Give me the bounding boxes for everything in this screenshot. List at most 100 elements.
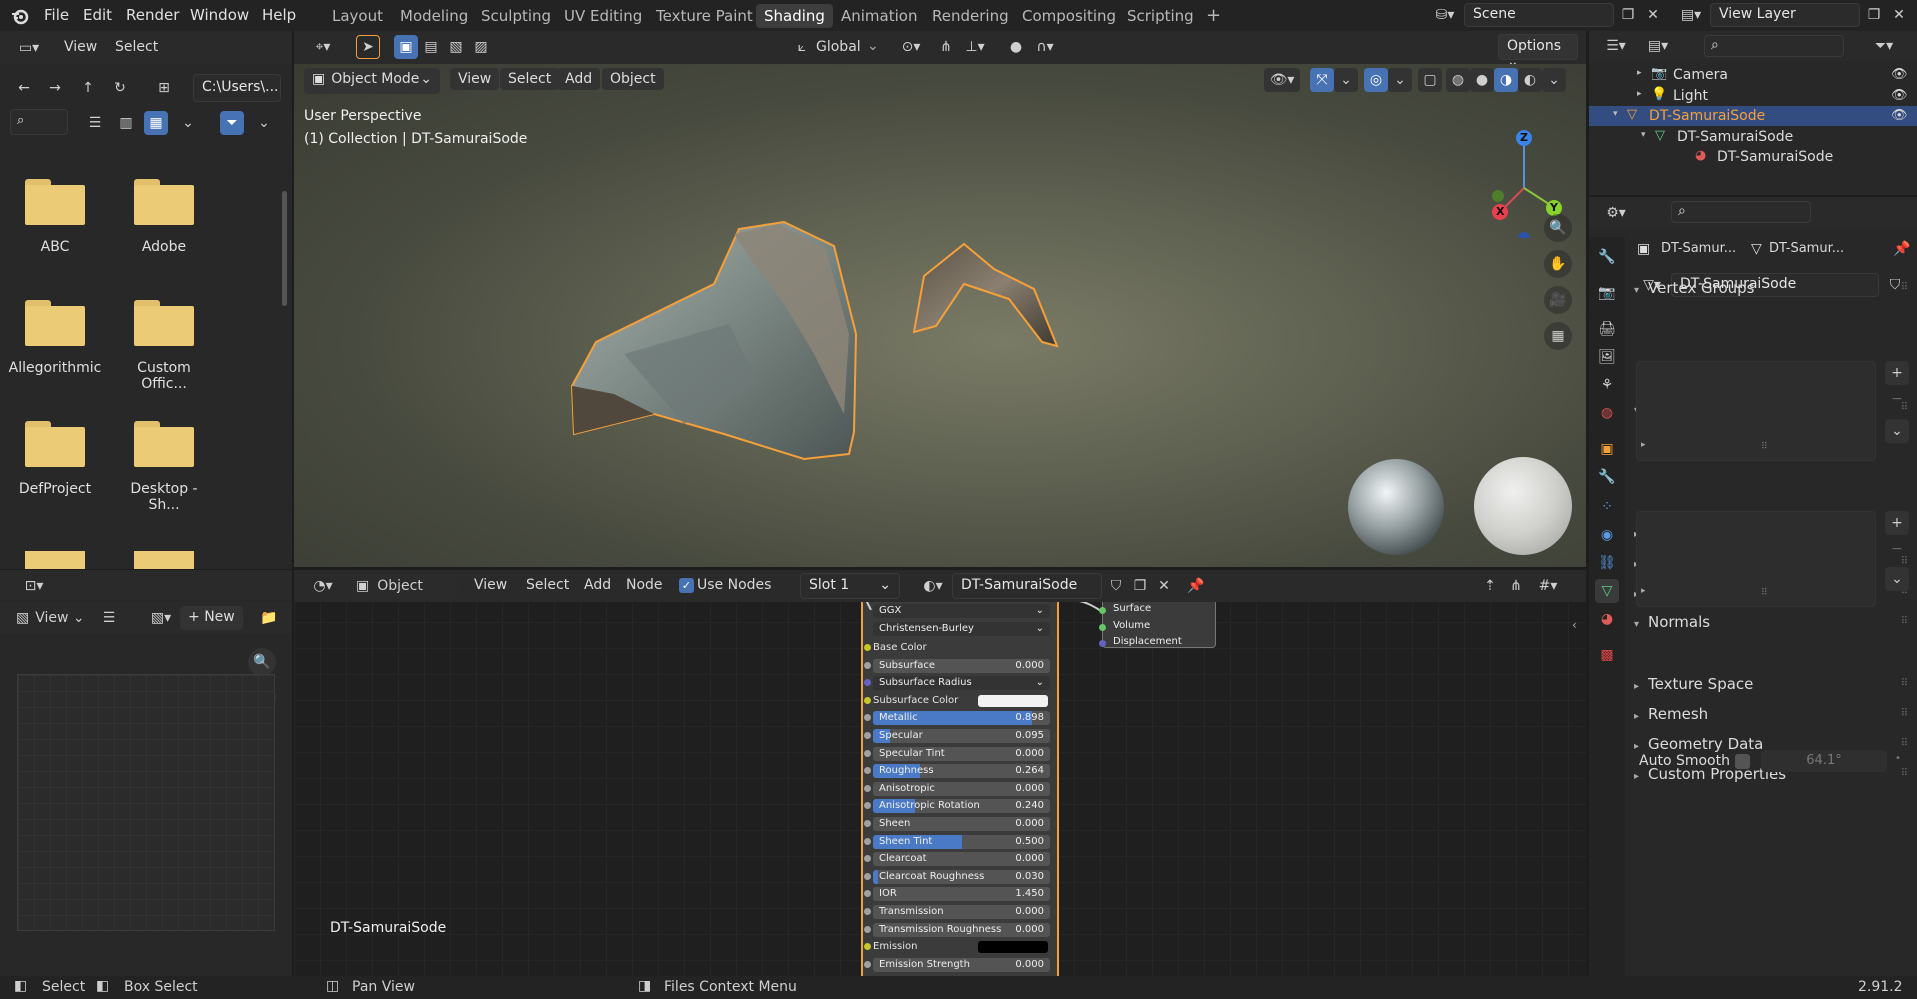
- bsdf-value-slider[interactable]: Subsurface 0.000: [873, 658, 1050, 673]
- ne-menu-add[interactable]: Add: [584, 577, 611, 593]
- outliner-row[interactable]: ▸ 📷 Camera 👁: [1589, 65, 1917, 85]
- mesh-data-tab-icon[interactable]: ▽: [1595, 579, 1619, 603]
- image-browse-icon[interactable]: ▧▾: [144, 606, 178, 630]
- material-browse-icon[interactable]: ◐▾: [916, 574, 950, 598]
- socket-dot[interactable]: [864, 872, 871, 880]
- socket-dot[interactable]: [864, 661, 871, 669]
- folder-item[interactable]: Allegorithmic: [5, 300, 105, 376]
- select-box-intersect-icon[interactable]: ▨: [469, 35, 493, 59]
- options-dropdown[interactable]: Options ⌄: [1498, 34, 1578, 70]
- new-folder-icon[interactable]: ⊞: [152, 76, 176, 100]
- folder-item[interactable]: Adobe: [114, 179, 214, 255]
- bsdf-value-slider[interactable]: Anisotropic 0.000: [873, 781, 1050, 796]
- editor-type-icon[interactable]: ⊡▾: [18, 574, 50, 598]
- remove-vertex-group-icon[interactable]: −: [1885, 387, 1909, 411]
- perspective-toggle-icon[interactable]: ▦: [1544, 322, 1572, 350]
- expand-triangle-icon[interactable]: ▾: [1613, 109, 1618, 119]
- object-tab-icon[interactable]: ▣: [1595, 437, 1619, 461]
- editor-type-icon[interactable]: ▭▾: [10, 36, 48, 60]
- socket-dot[interactable]: [1099, 607, 1106, 614]
- bsdf-value-slider[interactable]: Sheen Tint 0.500: [873, 834, 1050, 849]
- new-view-layer-icon[interactable]: ❐: [1862, 3, 1886, 27]
- folder-item[interactable]: Custom Offic...: [114, 300, 214, 392]
- socket-dot[interactable]: [864, 908, 871, 915]
- auto-smooth-angle-field[interactable]: 64.1°: [1761, 750, 1887, 772]
- socket-dot[interactable]: [864, 732, 871, 739]
- subsurface-method-dropdown[interactable]: Christensen-Burley ⌄: [873, 622, 1050, 636]
- tab-sculpting[interactable]: Sculpting: [473, 4, 559, 28]
- unlink-material-icon[interactable]: ✕: [1152, 574, 1176, 598]
- socket-dot[interactable]: [864, 644, 871, 651]
- vp-menu-object[interactable]: Object: [602, 68, 664, 90]
- expand-triangle-icon[interactable]: ▸: [1634, 771, 1648, 782]
- view-layer-selector-icon[interactable]: ▤▾: [1674, 3, 1708, 27]
- view-layer-tab-icon[interactable]: 🖼: [1595, 345, 1619, 369]
- world-tab-icon[interactable]: ◍: [1595, 401, 1619, 425]
- vp-menu-select[interactable]: Select: [500, 68, 560, 90]
- distribution-dropdown[interactable]: GGX ⌄: [873, 604, 1050, 618]
- duplicate-material-icon[interactable]: ❐: [1128, 574, 1152, 598]
- expand-triangle-icon[interactable]: ▸: [1634, 681, 1648, 692]
- visibility-eye-icon[interactable]: 👁: [1891, 88, 1908, 103]
- editor-type-icon[interactable]: ◔▾: [306, 574, 340, 598]
- outliner-row[interactable]: ▾ ▽ DT-SamuraiSode: [1589, 127, 1917, 147]
- menu-file[interactable]: File: [44, 6, 69, 24]
- tab-scripting[interactable]: Scripting: [1119, 4, 1202, 28]
- bsdf-value-slider[interactable]: Clearcoat Roughness 0.030: [873, 869, 1050, 884]
- tab-modeling[interactable]: Modeling: [392, 4, 476, 28]
- object-mode-dropdown[interactable]: ▣ Object Mode ⌄: [304, 68, 440, 94]
- delete-scene-icon[interactable]: ✕: [1641, 3, 1665, 27]
- bsdf-value-slider[interactable]: IOR 1.450: [873, 887, 1050, 902]
- bsdf-dropdown[interactable]: Subsurface Radius ⌄: [873, 676, 1050, 691]
- expand-triangle-icon[interactable]: ▸: [1634, 741, 1648, 752]
- shape-key-specials-chevron-icon[interactable]: ⌄: [1885, 567, 1909, 591]
- display-options-chevron-icon[interactable]: ⌄: [176, 111, 200, 135]
- menu-render[interactable]: Render: [126, 6, 179, 24]
- vertical-list-icon[interactable]: ☰: [83, 111, 107, 135]
- back-arrow-icon[interactable]: ←: [12, 76, 36, 100]
- shader-type-dropdown[interactable]: ▣ Object: [352, 574, 458, 598]
- vertex-group-specials-chevron-icon[interactable]: ⌄: [1885, 419, 1909, 443]
- thumbnails-icon[interactable]: ▦: [144, 111, 168, 135]
- socket-dot[interactable]: [864, 890, 871, 898]
- panel-drag-grip-icon[interactable]: ⠿: [1901, 768, 1909, 779]
- snap-target-icon[interactable]: ⊥▾: [958, 35, 992, 59]
- select-box-extend-icon[interactable]: ▤: [419, 35, 443, 59]
- add-workspace-icon[interactable]: +: [1198, 2, 1229, 26]
- snap-icon[interactable]: ⋔: [1504, 574, 1528, 598]
- socket-dot[interactable]: [864, 820, 871, 827]
- xray-icon[interactable]: ▢: [1418, 68, 1442, 92]
- render-tab-icon[interactable]: 📷: [1595, 281, 1619, 305]
- wireframe-shading-icon[interactable]: ◍: [1446, 68, 1470, 92]
- search-input[interactable]: ⌕: [10, 109, 68, 135]
- 3d-viewport[interactable]: ▣ Object Mode ⌄ View Select Add Object 👁▾…: [294, 64, 1586, 567]
- orientation-dropdown[interactable]: Global: [816, 39, 861, 55]
- editor-type-icon[interactable]: ☰▾: [1599, 34, 1633, 58]
- bsdf-value-slider[interactable]: Transmission Roughness 0.000: [873, 922, 1050, 937]
- uv-grid-canvas[interactable]: [17, 674, 275, 931]
- bsdf-value-slider[interactable]: Transmission 0.000: [873, 905, 1050, 919]
- socket-dot[interactable]: [864, 802, 871, 810]
- forward-arrow-icon[interactable]: →: [43, 76, 67, 100]
- select-box-subtract-icon[interactable]: ▧: [444, 35, 468, 59]
- expand-triangle-icon[interactable]: ▸: [1634, 711, 1648, 722]
- socket-dot[interactable]: [1099, 624, 1106, 631]
- editor-type-icon[interactable]: ⚙▾: [1599, 201, 1633, 225]
- visibility-icon[interactable]: 👁▾: [1264, 68, 1300, 92]
- folder-item[interactable]: DefProject: [5, 421, 105, 497]
- material-tab-icon[interactable]: ◕: [1595, 607, 1619, 631]
- expand-triangle-icon[interactable]: ▸: [1637, 68, 1642, 78]
- shader-node-editor[interactable]: GGX ⌄ Christensen-Burley ⌄ Base Color Subsu…: [294, 570, 1586, 976]
- socket-dot[interactable]: [1099, 640, 1106, 647]
- panel-drag-grip-icon[interactable]: ⠿: [1901, 678, 1909, 689]
- tab-compositing[interactable]: Compositing: [1014, 4, 1124, 28]
- constraints-tab-icon[interactable]: ⛓: [1595, 551, 1619, 575]
- fb-menu-view[interactable]: View: [64, 39, 97, 55]
- tab-uv-editing[interactable]: UV Editing: [556, 4, 650, 28]
- remove-shape-key-icon[interactable]: −: [1885, 537, 1909, 561]
- blender-logo-icon[interactable]: [10, 6, 30, 26]
- gizmo-chevron-icon[interactable]: ⌄: [1334, 68, 1358, 92]
- animate-property-dot-icon[interactable]: •: [1895, 753, 1901, 764]
- folder-item[interactable]: Desktop - Sh...: [114, 421, 214, 513]
- panel-drag-grip-icon[interactable]: ⠿: [1901, 616, 1909, 627]
